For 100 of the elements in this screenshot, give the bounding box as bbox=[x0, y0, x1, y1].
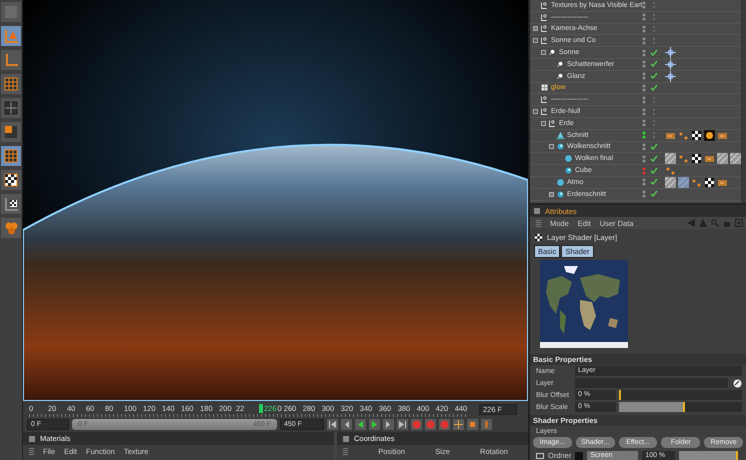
tool-button[interactable] bbox=[1, 170, 21, 190]
collapse-icon[interactable] bbox=[549, 144, 554, 150]
null-object-icon bbox=[540, 95, 549, 104]
panel-menu-icon[interactable] bbox=[29, 436, 35, 442]
search-icon[interactable] bbox=[711, 219, 719, 227]
expand-icon[interactable] bbox=[533, 26, 538, 32]
hatch-tag-icon[interactable] bbox=[730, 153, 741, 164]
null-object-icon bbox=[540, 107, 549, 116]
null-object-icon bbox=[540, 12, 549, 22]
up-arrow-icon[interactable] bbox=[699, 219, 707, 227]
visibility-dots-icon[interactable] bbox=[642, 119, 646, 128]
checker-tag-icon[interactable] bbox=[704, 176, 715, 188]
folder-icon bbox=[536, 452, 544, 458]
expand-icon[interactable] bbox=[549, 192, 554, 197]
texture-tag-icon[interactable] bbox=[704, 153, 715, 164]
slider-track[interactable] bbox=[619, 402, 742, 412]
light-object-icon bbox=[548, 48, 557, 58]
lock-icon[interactable] bbox=[723, 219, 731, 227]
transport-button[interactable] bbox=[467, 419, 478, 430]
visibility-dots-icon[interactable] bbox=[642, 142, 646, 151]
collapse-icon[interactable] bbox=[533, 38, 538, 44]
null-object-icon bbox=[540, 36, 549, 46]
hatch-tag-icon[interactable] bbox=[665, 176, 676, 188]
panel-menu-icon[interactable] bbox=[343, 436, 349, 442]
phong-tag-icon[interactable] bbox=[665, 165, 676, 176]
transport-icon bbox=[398, 420, 407, 429]
effect-object-icon bbox=[540, 83, 549, 92]
checker-tag-icon[interactable] bbox=[691, 130, 702, 141]
hatch-tag-icon[interactable] bbox=[717, 153, 728, 164]
visibility-dots-icon[interactable] bbox=[642, 178, 646, 186]
cone-object-icon bbox=[556, 130, 565, 140]
visibility-dots-icon[interactable] bbox=[642, 36, 646, 45]
check-icon[interactable] bbox=[650, 72, 658, 80]
collapse-icon[interactable] bbox=[533, 109, 538, 114]
visibility-dots-icon[interactable] bbox=[642, 96, 646, 104]
hatch-tag-icon[interactable] bbox=[665, 153, 676, 164]
transport-button[interactable] bbox=[397, 419, 408, 430]
visibility-dots-icon[interactable] bbox=[642, 60, 646, 68]
light-object-icon bbox=[556, 60, 565, 69]
collapse-icon[interactable] bbox=[541, 120, 546, 126]
check-icon[interactable] bbox=[650, 190, 658, 198]
check-icon[interactable] bbox=[650, 84, 658, 92]
spheres-icon bbox=[3, 220, 19, 236]
check-icon[interactable] bbox=[650, 142, 658, 151]
check-icon[interactable] bbox=[650, 60, 658, 68]
transport-button[interactable] bbox=[481, 419, 492, 430]
check-icon[interactable] bbox=[650, 154, 658, 163]
null-object-icon bbox=[540, 0, 549, 10]
transport-button[interactable] bbox=[383, 419, 394, 430]
grid-fill-icon bbox=[3, 124, 19, 140]
grid-points-icon bbox=[3, 148, 19, 164]
visibility-dots-icon[interactable] bbox=[642, 154, 646, 163]
visibility-dots-icon[interactable] bbox=[642, 24, 646, 33]
transport-button[interactable] bbox=[369, 419, 380, 430]
check-icon[interactable] bbox=[650, 48, 658, 57]
boole-object-icon bbox=[556, 190, 565, 199]
axis-cone-icon bbox=[3, 28, 19, 44]
check-icon[interactable] bbox=[650, 166, 658, 175]
visibility-dots-icon[interactable] bbox=[642, 84, 646, 92]
transport-button[interactable] bbox=[355, 419, 366, 430]
transport-button[interactable] bbox=[341, 419, 352, 430]
target-tag-icon[interactable] bbox=[665, 70, 676, 82]
checker-icon bbox=[3, 172, 19, 188]
visibility-dots-icon[interactable] bbox=[642, 1, 646, 10]
axis-icon bbox=[3, 52, 19, 68]
transport-button[interactable] bbox=[327, 419, 338, 430]
collapse-icon[interactable] bbox=[541, 50, 546, 56]
visibility-dots-icon[interactable] bbox=[642, 72, 646, 80]
hatch-tag-icon[interactable] bbox=[678, 176, 689, 188]
visibility-dots-icon[interactable] bbox=[642, 166, 646, 175]
slider-track[interactable] bbox=[619, 390, 742, 400]
transport-icon bbox=[328, 420, 337, 429]
visibility-dots-icon[interactable] bbox=[642, 131, 646, 140]
picker-icon[interactable] bbox=[733, 378, 742, 388]
grid-points-icon bbox=[3, 76, 19, 92]
visibility-dots-icon[interactable] bbox=[642, 13, 646, 22]
transport-icon bbox=[454, 420, 463, 429]
sphere-object-icon bbox=[564, 154, 573, 164]
checker-icon bbox=[534, 233, 543, 242]
boole-object-icon bbox=[564, 166, 573, 176]
sphere-object-icon bbox=[556, 178, 565, 187]
playhead-marker[interactable] bbox=[259, 404, 263, 413]
back-arrow-icon[interactable] bbox=[687, 219, 695, 227]
axis-checker-icon bbox=[3, 196, 19, 212]
check-icon[interactable] bbox=[650, 178, 658, 186]
sun-tag-icon[interactable] bbox=[704, 130, 715, 141]
new-window-icon[interactable] bbox=[735, 219, 743, 227]
boole-object-icon bbox=[556, 142, 565, 152]
target-tag-icon[interactable] bbox=[665, 47, 676, 58]
transport-button[interactable] bbox=[453, 419, 464, 430]
light-object-icon bbox=[556, 72, 565, 81]
visibility-dots-icon[interactable] bbox=[642, 108, 646, 116]
visibility-dots-icon[interactable] bbox=[642, 48, 646, 57]
tool-button[interactable] bbox=[1, 194, 21, 214]
grid-icon bbox=[3, 100, 19, 116]
thumbnail-icon bbox=[575, 452, 584, 460]
checker-tag-icon[interactable] bbox=[691, 153, 702, 164]
visibility-dots-icon[interactable] bbox=[642, 190, 646, 198]
null-object-icon bbox=[540, 24, 549, 34]
target-tag-icon[interactable] bbox=[665, 58, 676, 70]
